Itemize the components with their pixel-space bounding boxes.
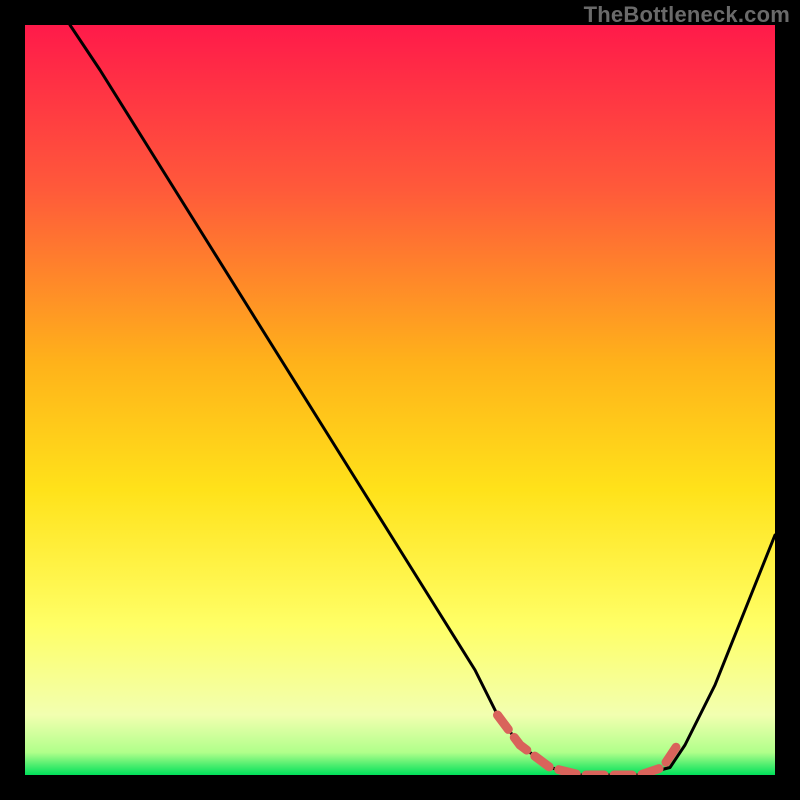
chart-frame: TheBottleneck.com	[0, 0, 800, 800]
watermark-text: TheBottleneck.com	[584, 2, 790, 28]
chart-svg	[25, 25, 775, 775]
plot-area	[25, 25, 775, 775]
gradient-background	[25, 25, 775, 775]
